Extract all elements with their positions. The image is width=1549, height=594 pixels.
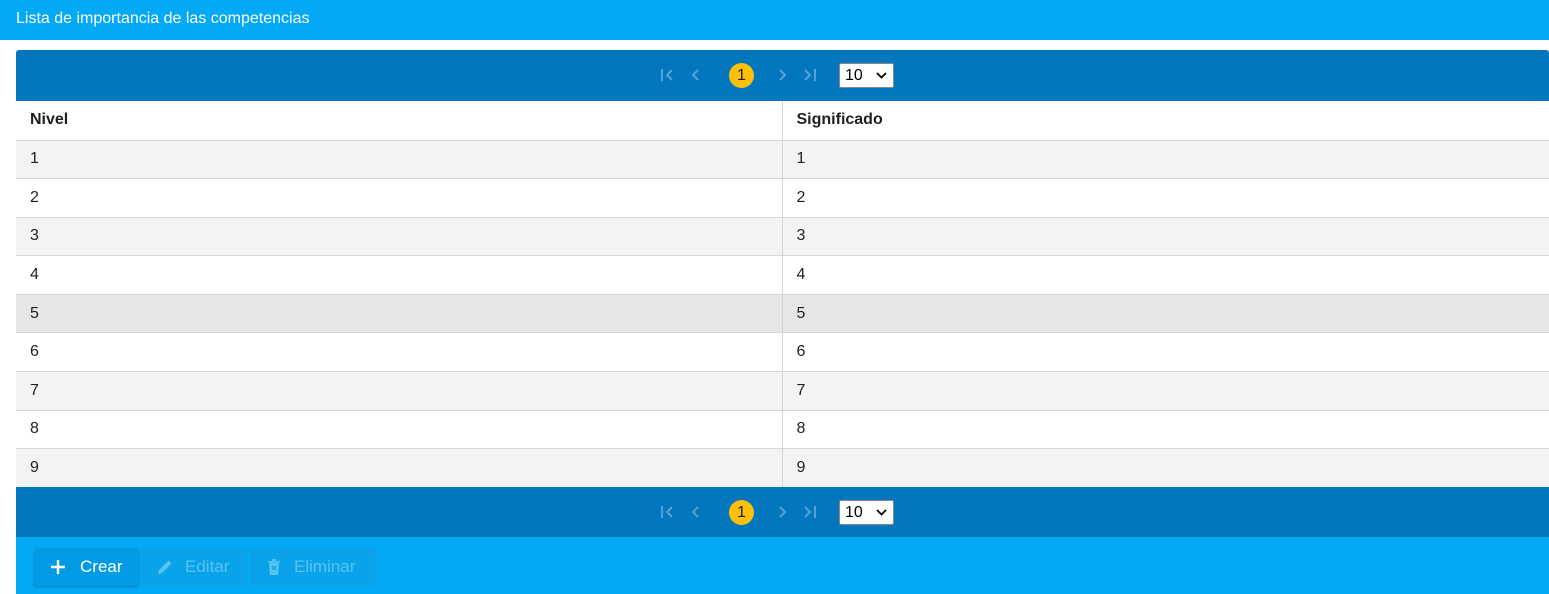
next-page-icon[interactable] [771,501,793,523]
cell-significado: 4 [782,255,1549,295]
trash-icon [268,559,280,575]
table-row[interactable]: 7 7 [16,371,1549,411]
column-header-significado[interactable]: Significado [782,101,1549,141]
last-page-icon[interactable] [798,64,820,86]
prev-page-icon[interactable] [685,501,707,523]
cell-significado: 3 [782,217,1549,257]
delete-button-label: Eliminar [294,557,356,576]
table-row[interactable]: 4 4 [16,255,1549,295]
page-size-value: 10 [845,67,863,84]
cell-significado: 8 [782,410,1549,450]
table-row[interactable]: 1 1 [16,140,1549,180]
current-page-badge[interactable]: 1 [729,63,754,88]
cell-significado: 1 [782,140,1549,180]
window-title: Lista de importancia de las competencias [0,0,1549,40]
data-table: Nivel Significado 1 1 2 2 3 3 4 4 5 5 6 … [16,101,1549,488]
cell-nivel: 9 [16,448,783,488]
cell-nivel: 2 [16,178,783,218]
current-page-badge[interactable]: 1 [729,500,754,525]
column-header-nivel[interactable]: Nivel [16,101,783,141]
table-row[interactable]: 6 6 [16,332,1549,373]
chevron-down-icon [876,509,887,516]
cell-nivel: 4 [16,255,783,295]
edit-button-label: Editar [185,557,230,576]
pager-bottom: 1 10 [16,487,1549,537]
next-page-icon[interactable] [771,64,793,86]
cell-significado: 2 [782,178,1549,218]
cell-significado: 5 [782,294,1549,334]
table-row[interactable]: 3 3 [16,217,1549,257]
page-size-select[interactable]: 10 [839,63,894,88]
chevron-down-icon [876,72,887,79]
table-row[interactable]: 9 9 [16,448,1549,488]
cell-significado: 9 [782,448,1549,488]
cell-significado: 6 [782,332,1549,373]
first-page-icon[interactable] [657,501,679,523]
page-size-value: 10 [845,504,863,521]
action-toolbar: Crear Editar Eliminar [16,537,1549,594]
create-button-label: Crear [80,557,123,576]
table-row[interactable]: 2 2 [16,178,1549,218]
cell-nivel: 1 [16,140,783,180]
plus-icon [51,560,65,574]
cell-nivel: 6 [16,332,783,373]
table-header-row: Nivel Significado [16,101,1549,141]
edit-button[interactable]: Editar [141,548,247,586]
table-row[interactable]: 8 8 [16,410,1549,450]
cell-nivel: 7 [16,371,783,411]
prev-page-icon[interactable] [685,64,707,86]
delete-button[interactable]: Eliminar [250,548,375,586]
page-size-select[interactable]: 10 [839,500,894,525]
cell-significado: 7 [782,371,1549,411]
first-page-icon[interactable] [657,64,679,86]
grid-panel: 1 10 Nivel Significado 1 1 2 2 3 3 4 4 5… [16,50,1549,594]
pencil-icon [158,560,172,574]
create-button[interactable]: Crear [34,548,139,586]
cell-nivel: 8 [16,410,783,450]
last-page-icon[interactable] [798,501,820,523]
cell-nivel: 3 [16,217,783,257]
table-row-hovered[interactable]: 5 5 [16,294,1549,334]
pager-top: 1 10 [16,50,1549,101]
cell-nivel: 5 [16,294,783,334]
